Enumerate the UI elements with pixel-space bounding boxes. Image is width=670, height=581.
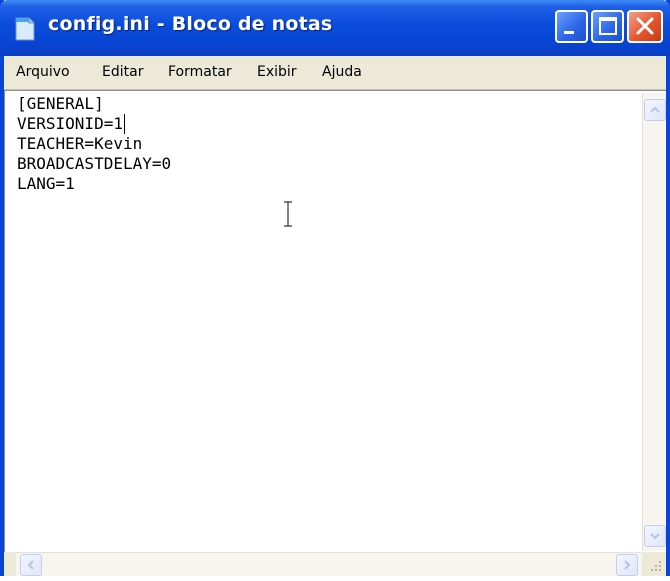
minimize-icon (564, 31, 574, 34)
menu-item-arquivo[interactable]: Arquivo (16, 64, 70, 80)
menu-item-editar[interactable]: Editar (102, 64, 143, 80)
chevron-right-icon (624, 560, 631, 570)
scroll-right-button[interactable] (616, 554, 638, 576)
maximize-icon (599, 17, 617, 35)
scroll-down-button[interactable] (644, 525, 666, 547)
scroll-up-button[interactable] (644, 99, 666, 121)
left-gutter (4, 552, 16, 576)
text-line: VERSIONID=1 (17, 114, 123, 133)
window-title: config.ini - Bloco de notas (48, 13, 333, 35)
menu-bar: Arquivo Editar Formatar Exibir Ajuda (4, 56, 666, 90)
chevron-down-icon (650, 533, 660, 540)
title-bar[interactable]: config.ini - Bloco de notas (0, 0, 670, 56)
vertical-scrollbar[interactable] (642, 93, 666, 551)
text-editor[interactable]: [GENERAL] VERSIONID=1 TEACHER=Kevin BROA… (4, 90, 666, 576)
maximize-button[interactable] (591, 10, 624, 43)
notepad-window: config.ini - Bloco de notas Arquivo Edit… (0, 0, 670, 576)
text-line: TEACHER=Kevin (17, 134, 143, 153)
horizontal-scrollbar[interactable] (16, 552, 642, 576)
resize-grip[interactable] (642, 552, 666, 576)
text-line: LANG=1 (17, 174, 75, 193)
text-caret (124, 114, 126, 134)
chevron-left-icon (27, 560, 34, 570)
menu-item-formatar[interactable]: Formatar (168, 64, 232, 80)
resize-grip-icon (651, 561, 661, 571)
notepad-app-icon (15, 17, 35, 41)
ibeam-cursor-icon (284, 201, 292, 227)
scroll-left-button[interactable] (20, 554, 42, 576)
menu-item-ajuda[interactable]: Ajuda (322, 64, 362, 80)
editor-content[interactable]: [GENERAL] VERSIONID=1 TEACHER=Kevin BROA… (17, 94, 171, 194)
text-line: BROADCASTDELAY=0 (17, 154, 172, 173)
close-icon (636, 17, 654, 35)
minimize-button[interactable] (555, 10, 588, 43)
chevron-up-icon (650, 106, 660, 113)
close-button[interactable] (627, 10, 663, 43)
text-line: [GENERAL] (17, 94, 104, 113)
menu-item-exibir[interactable]: Exibir (257, 64, 297, 80)
